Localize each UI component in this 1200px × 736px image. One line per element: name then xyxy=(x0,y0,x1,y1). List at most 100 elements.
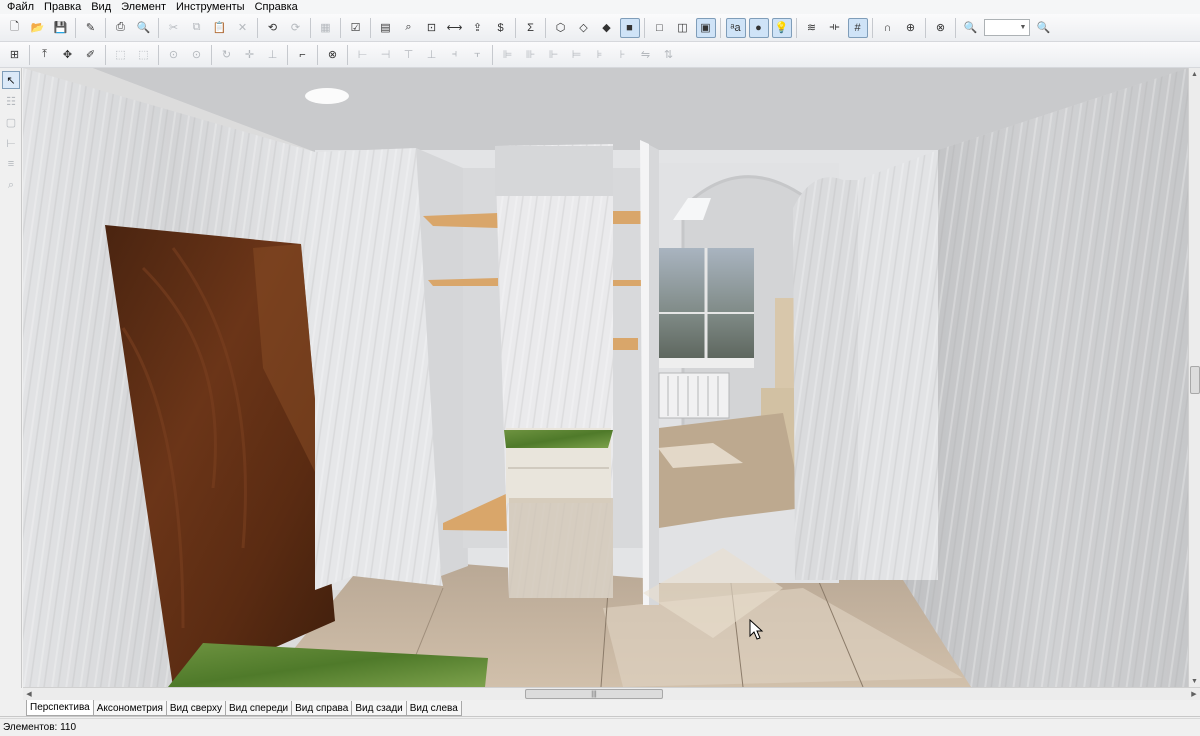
pivot-icon[interactable]: ⊙ xyxy=(164,45,184,65)
zoom-level-select[interactable]: ▼ xyxy=(984,19,1030,36)
print-icon[interactable]: ⎙ xyxy=(111,18,131,38)
print-preview-icon[interactable]: 🔍 xyxy=(134,18,154,38)
view-width-icon[interactable]: ⟷ xyxy=(445,18,465,38)
tab-view-3[interactable]: Вид спереди xyxy=(224,701,293,716)
target2-icon[interactable]: ⊗ xyxy=(323,45,343,65)
tab-view-6[interactable]: Вид слева xyxy=(405,701,462,716)
menu-item-5[interactable]: Справка xyxy=(250,0,303,14)
tab-view-4[interactable]: Вид справа xyxy=(291,701,353,716)
select-grid-icon[interactable]: ⊞ xyxy=(5,45,25,65)
distribute-left-icon[interactable]: ⊫ xyxy=(498,45,518,65)
tab-view-0[interactable]: Перспектива xyxy=(26,700,94,716)
align-hcenter-icon[interactable]: ⊣ xyxy=(376,45,396,65)
textured-cube-icon[interactable]: ■ xyxy=(619,17,640,38)
shaded-cube-icon[interactable]: ◆ xyxy=(597,18,617,38)
distribute-top-icon[interactable]: ⊨ xyxy=(567,45,587,65)
distribute-middle-icon[interactable]: ⊧ xyxy=(590,45,610,65)
paint-roller-icon[interactable]: ⌐ xyxy=(293,45,313,65)
lifebuoy-icon[interactable]: ⊗ xyxy=(931,18,951,38)
horizontal-scrollbar[interactable]: ◀ ||| ▶ xyxy=(23,687,1200,700)
wireframe-cube-icon[interactable]: ⬡ xyxy=(551,18,571,38)
cost-icon[interactable]: $ xyxy=(491,18,511,38)
scroll-down-icon[interactable]: ▼ xyxy=(1189,675,1200,687)
flip-v-icon[interactable]: ⇅ xyxy=(659,45,679,65)
box-front-icon[interactable]: □ xyxy=(650,18,670,38)
outline-cube-icon[interactable]: ◇ xyxy=(574,18,594,38)
align-right-icon[interactable]: ⫞ xyxy=(445,45,465,65)
group-icon[interactable]: ▦ xyxy=(316,18,336,38)
align-left-icon[interactable]: ⊢ xyxy=(353,45,373,65)
toolbar-separator xyxy=(796,17,797,38)
copy-icon[interactable]: ⧉ xyxy=(187,18,207,38)
distribute-center-icon[interactable]: ⊪ xyxy=(521,45,541,65)
toolbar-separator xyxy=(310,17,311,38)
rotate-icon[interactable]: ↻ xyxy=(217,45,237,65)
sum-icon[interactable]: Σ xyxy=(521,18,541,38)
3d-viewport[interactable] xyxy=(23,68,1188,687)
view-fit-icon[interactable]: ⊡ xyxy=(422,18,442,38)
zoom-in-icon[interactable]: 🔍 xyxy=(1034,18,1054,38)
distribute-right-icon[interactable]: ⊩ xyxy=(544,45,564,65)
open-folder-icon[interactable]: 📂 xyxy=(28,18,48,38)
toolbar-separator xyxy=(644,17,645,38)
antialias-icon[interactable]: ᵃa xyxy=(725,17,746,38)
dimension-icon[interactable]: ⟛ xyxy=(825,18,845,38)
shadow-sphere-icon[interactable]: ● xyxy=(748,17,769,38)
export-icon[interactable]: ⇪ xyxy=(468,18,488,38)
frame-move-icon[interactable]: ⬚ xyxy=(134,45,154,65)
scroll-up-icon[interactable]: ▲ xyxy=(1189,68,1200,80)
move-icon[interactable]: ✥ xyxy=(58,45,78,65)
delete-icon[interactable]: ✕ xyxy=(233,18,253,38)
target-icon[interactable]: ⊕ xyxy=(901,18,921,38)
magnet-icon[interactable]: ∩ xyxy=(878,18,898,38)
text-tool-icon[interactable]: ≡ xyxy=(2,155,20,173)
redo-icon[interactable]: ⟳ xyxy=(286,18,306,38)
zoom-out-icon[interactable]: 🔍 xyxy=(961,18,981,38)
transform-icon[interactable]: ✛ xyxy=(240,45,260,65)
tab-view-5[interactable]: Вид сзади xyxy=(351,701,407,716)
pivot-move-icon[interactable]: ⊙ xyxy=(187,45,207,65)
zoom-tool-icon[interactable]: ⌕ xyxy=(2,176,20,194)
distribute-bottom-icon[interactable]: ⊦ xyxy=(613,45,633,65)
edit-point-icon[interactable]: ✐ xyxy=(81,45,101,65)
undo-icon[interactable]: ⟲ xyxy=(263,18,283,38)
align-vcenter-icon[interactable]: ⊥ xyxy=(422,45,442,65)
tab-view-2[interactable]: Вид сверху xyxy=(165,701,226,716)
view-plan-icon[interactable]: ▤ xyxy=(376,18,396,38)
menu-item-1[interactable]: Правка xyxy=(39,0,86,14)
menu-item-3[interactable]: Элемент xyxy=(116,0,171,14)
save-icon[interactable]: 💾 xyxy=(51,18,71,38)
move-up-icon[interactable]: ⤒ xyxy=(35,45,55,65)
flip-h-icon[interactable]: ⇋ xyxy=(636,45,656,65)
align-bottom-icon[interactable]: ⫟ xyxy=(468,45,488,65)
box-side-icon[interactable]: ◫ xyxy=(673,18,693,38)
scroll-left-icon[interactable]: ◀ xyxy=(23,688,35,700)
menu-item-4[interactable]: Инструменты xyxy=(171,0,250,14)
wall-tool-icon[interactable]: ☷ xyxy=(2,92,20,110)
cut-icon[interactable]: ✂ xyxy=(164,18,184,38)
frame-select-icon[interactable]: ⬚ xyxy=(111,45,131,65)
box-tool-icon[interactable]: ▢ xyxy=(2,113,20,131)
properties-icon[interactable]: ✎ xyxy=(81,18,101,38)
chevron-down-icon[interactable]: ▼ xyxy=(1017,20,1029,35)
view-zoom-icon[interactable]: ⌕ xyxy=(399,18,419,38)
align-base-icon[interactable]: ⊥ xyxy=(263,45,283,65)
paste-icon[interactable]: 📋 xyxy=(210,18,230,38)
ruler-tool-icon[interactable]: ⊢ xyxy=(2,134,20,152)
new-file-icon[interactable]: 🗋 xyxy=(5,18,25,38)
vertical-scroll-thumb[interactable] xyxy=(1190,366,1200,394)
scroll-right-icon[interactable]: ▶ xyxy=(1188,688,1200,700)
pointer-tool-icon[interactable]: ↖ xyxy=(2,71,20,89)
vertical-scrollbar[interactable]: ▲ ▼ xyxy=(1188,68,1200,687)
menu-item-0[interactable]: Файл xyxy=(2,0,39,14)
light-bulb-icon[interactable]: 💡 xyxy=(771,17,792,38)
horizontal-scroll-thumb[interactable]: ||| xyxy=(525,689,663,699)
snap-icon[interactable]: ≋ xyxy=(802,18,822,38)
checklist-icon[interactable]: ☑ xyxy=(346,18,366,38)
align-top-icon[interactable]: ⊤ xyxy=(399,45,419,65)
menu-item-2[interactable]: Вид xyxy=(86,0,116,14)
box-filled-icon[interactable]: ▣ xyxy=(695,17,716,38)
grid-icon[interactable]: # xyxy=(847,17,868,38)
tab-view-1[interactable]: Аксонометрия xyxy=(92,701,167,716)
toolbar-separator xyxy=(317,44,318,65)
